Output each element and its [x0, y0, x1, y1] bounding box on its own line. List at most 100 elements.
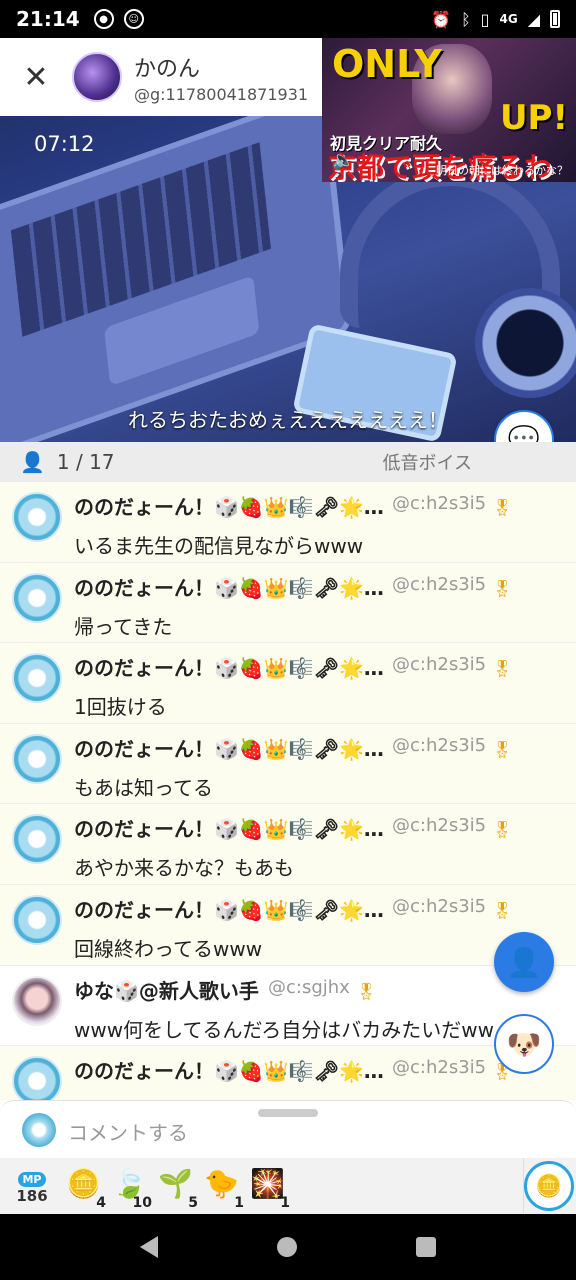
comment-row[interactable]: ののだょーん！🎲🍓👑🎼🗝🌟… @c:h2s3i5 🎖: [0, 1046, 576, 1100]
back-icon[interactable]: [139, 1236, 158, 1258]
item-sprout-card[interactable]: 🌱 5: [154, 1163, 200, 1211]
comment-input-bar[interactable]: コメントする: [0, 1100, 576, 1158]
listener-count: 1 / 17: [56, 450, 115, 474]
coin-purchase-button[interactable]: 🪙: [524, 1161, 574, 1211]
medal-icon: 🎖: [492, 498, 513, 517]
commenter-name: ののだょーん！🎲🍓👑🎼🗝🌟…: [74, 1059, 384, 1084]
host-header: ✕ かのん @g:11780041871931: [0, 38, 322, 116]
thumbnail-pip[interactable]: ONLY UP! 初見クリア耐久 京都で頭を痛るわ 🔈 明日の朝には終わるかな？: [322, 38, 576, 182]
recents-icon[interactable]: [416, 1237, 437, 1257]
thumbnail-only-text: ONLY: [332, 42, 442, 86]
commenter-avatar[interactable]: [12, 1056, 62, 1100]
thumbnail-subtitle: 明日の朝には終わるかな？: [436, 164, 568, 177]
commenter-avatar[interactable]: [12, 975, 62, 1026]
close-icon: ✕: [23, 59, 49, 95]
comment-list[interactable]: ののだょーん！🎲🍓👑🎼🗝🌟… @c:h2s3i5 🎖 いるま先生の配信見ながらw…: [0, 482, 576, 1100]
stream-caption: れるちおたおめぇえええええええ！: [128, 408, 448, 432]
commenter-name: ののだょーん！🎲🍓👑🎼🗝🌟…: [74, 897, 384, 922]
commenter-avatar[interactable]: [12, 572, 62, 623]
thumbnail-up-text: UP!: [499, 98, 568, 138]
gift-button[interactable]: 🐶: [494, 1014, 554, 1074]
status-bar: 21:14 ● ☺ ⏰ ᛒ ▯ 4G ◢: [0, 0, 576, 38]
mp-label: MP: [18, 1171, 46, 1187]
item-chick[interactable]: 🐤 1: [200, 1163, 246, 1211]
commenter-id: @c:sgjhx: [268, 976, 350, 998]
stream-genre: 低音ボイス: [382, 453, 472, 474]
comment-row[interactable]: ののだょーん！🎲🍓👑🎼🗝🌟… @c:h2s3i5 🎖 もあは知ってる: [0, 723, 576, 805]
item-count: 1: [234, 1195, 244, 1211]
network-type: 4G: [499, 12, 518, 26]
status-icons: ⏰ ᛒ ▯ 4G ◢: [431, 10, 560, 29]
item-firework[interactable]: 🎇 1: [246, 1163, 292, 1211]
coin-icon: 🪙: [535, 1173, 563, 1199]
commenter-avatar[interactable]: [12, 492, 62, 542]
stream-timer: 07:12: [34, 132, 95, 156]
self-avatar: [22, 1113, 56, 1147]
comment-input[interactable]: コメントする: [68, 1117, 188, 1146]
item-count: 1: [280, 1195, 290, 1211]
notification-icon: ●: [93, 9, 114, 29]
android-icon: ☺: [123, 9, 144, 29]
person-check-icon: 👤: [506, 945, 542, 979]
comment-text: もあは知ってる: [74, 775, 213, 800]
gift-character-icon: 🐶: [506, 1027, 542, 1061]
comment-text: いるま先生の配信見ながらwww: [74, 534, 364, 558]
drag-handle[interactable]: [258, 1109, 318, 1117]
commenter-id: @c:h2s3i5: [392, 815, 487, 837]
commenter-avatar[interactable]: [12, 894, 62, 945]
commenter-name: ののだょーん！🎲🍓👑🎼🗝🌟…: [74, 817, 384, 842]
comment-row[interactable]: ののだょーん！🎲🍓👑🎼🗝🌟… @c:h2s3i5 🎖 あやか来るかな？もあも: [0, 804, 576, 885]
commenter-avatar[interactable]: [12, 814, 62, 865]
bluetooth-icon: ᛒ: [461, 9, 471, 29]
battery-icon: [550, 10, 560, 28]
medal-icon: 🎖: [492, 659, 513, 679]
commenter-name: ののだょーん！🎲🍓👑🎼🗝🌟…: [74, 575, 384, 600]
vibrate-icon: ▯: [480, 9, 490, 29]
commenter-name: ののだょーん！🎲🍓👑🎼🗝🌟…: [74, 736, 384, 761]
commenter-name: ののだょーん！🎲🍓👑🎼🗝🌟…: [74, 656, 384, 681]
items-bar: MP 186 🪙 4 🍃 10 🌱 5 🐤 1 🎇 1 🪙: [0, 1158, 576, 1214]
status-time: 21:14: [16, 7, 80, 31]
speaker-icon[interactable]: 🔈: [332, 150, 354, 171]
medal-icon: 🎖: [492, 739, 513, 759]
item-count: 5: [188, 1195, 198, 1211]
item-count: 4: [96, 1195, 106, 1211]
commenter-id: @c:h2s3i5: [392, 1057, 487, 1079]
comment-row[interactable]: ののだょーん！🎲🍓👑🎼🗝🌟… @c:h2s3i5 🎖 帰ってきた: [0, 562, 576, 644]
profile-button[interactable]: 👤: [494, 932, 554, 992]
comment-row[interactable]: ゆな🎲@新人歌い手 @c:sgjhx 🎖 www何をしてるんだろ自分はバカみたい…: [0, 965, 576, 1047]
host-id: @g:11780041871931: [134, 84, 309, 104]
host-info[interactable]: かのん @g:11780041871931: [134, 51, 308, 104]
item-leaf-card[interactable]: 🍃 10: [108, 1163, 154, 1211]
commenter-name: ゆな🎲@新人歌い手: [74, 978, 259, 1003]
item-count: 10: [132, 1195, 152, 1211]
medal-icon: 🎖: [492, 578, 513, 598]
comment-text: 1回抜ける: [74, 695, 167, 720]
person-icon: 👤: [20, 450, 45, 474]
host-avatar[interactable]: [72, 52, 122, 102]
comment-row[interactable]: ののだょーん！🎲🍓👑🎼🗝🌟… @c:h2s3i5 🎖 回線終わってるwww: [0, 884, 576, 966]
comment-row[interactable]: ののだょーん！🎲🍓👑🎼🗝🌟… @c:h2s3i5 🎖 1回抜ける: [0, 643, 576, 724]
comment-text: 帰ってきた: [74, 614, 173, 639]
home-icon[interactable]: [276, 1237, 297, 1257]
comment-text: あやか来るかな？もあも: [74, 856, 294, 881]
medal-icon: 🎖: [492, 900, 513, 920]
mp-balance[interactable]: MP 186: [12, 1168, 52, 1205]
signal-icon: ◢: [527, 9, 540, 29]
commenter-avatar[interactable]: [12, 653, 62, 704]
commenter-id: @c:h2s3i5: [392, 734, 487, 756]
commenter-avatar[interactable]: [12, 733, 62, 784]
cup-illustration: [475, 288, 576, 398]
mp-value: 186: [16, 1186, 48, 1205]
medal-icon: 🎖: [492, 820, 513, 840]
close-button[interactable]: ✕: [0, 38, 72, 116]
commenter-id: @c:h2s3i5: [392, 493, 487, 514]
comment-row[interactable]: ののだょーん！🎲🍓👑🎼🗝🌟… @c:h2s3i5 🎖 いるま先生の配信見ながらw…: [0, 482, 576, 563]
host-name: かのん: [134, 56, 201, 82]
medal-icon: 🎖: [356, 981, 377, 1001]
live-stream-screen: 21:14 ● ☺ ⏰ ᛒ ▯ 4G ◢ 07:12 れるちおたおめぇえええええ…: [0, 0, 576, 1280]
commenter-id: @c:h2s3i5: [392, 895, 487, 917]
item-coin[interactable]: 🪙 4: [62, 1163, 108, 1211]
alarm-icon: ⏰: [431, 9, 452, 29]
commenter-name: ののだょーん！🎲🍓👑🎼🗝🌟…: [74, 495, 384, 519]
